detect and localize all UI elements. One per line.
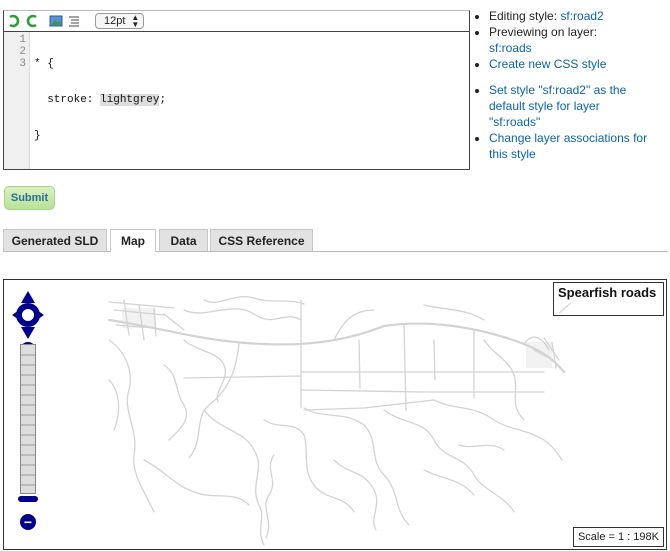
- font-size-select[interactable]: 12pt ▲ ▼: [95, 13, 145, 29]
- submit-button[interactable]: Submit: [4, 186, 55, 210]
- code-line-2-prefix: stroke:: [34, 94, 101, 106]
- zoom-bar-ticks: [21, 354, 35, 486]
- map-preview[interactable]: + − Spearfish roads Scale = 1 : 198K: [3, 279, 667, 550]
- redo-icon[interactable]: [25, 14, 39, 28]
- editing-style-label: Editing style:: [489, 9, 561, 23]
- tab-generated-sld[interactable]: Generated SLD: [3, 229, 107, 251]
- line-number: 1: [19, 34, 26, 46]
- zoom-out-button[interactable]: −: [20, 514, 36, 530]
- line-number: 2: [19, 46, 26, 58]
- scale-indicator: Scale = 1 : 198K: [572, 527, 664, 547]
- code-line-2: stroke: lightgrey;: [34, 94, 166, 106]
- zoom-bar[interactable]: [20, 344, 36, 494]
- preview-layer-label: Previewing on layer:: [489, 25, 598, 39]
- layer-associations-item: Change layer associations for this style: [489, 130, 652, 162]
- format-icon[interactable]: [67, 14, 81, 28]
- preview-layer-item: Previewing on layer: sf:roads: [489, 24, 652, 56]
- select-arrows-icon: ▲ ▼: [131, 13, 140, 29]
- preview-layer-link[interactable]: sf:roads: [489, 41, 532, 55]
- highlighted-value: lightgrey: [100, 94, 160, 106]
- road-network: [107, 296, 566, 546]
- code-lines[interactable]: * { stroke: lightgrey; }: [30, 32, 166, 169]
- editing-style-link[interactable]: sf:road2: [560, 9, 603, 23]
- change-layer-associations-link[interactable]: Change layer associations for this style: [489, 131, 647, 161]
- editor-toolbar: 12pt ▲ ▼: [4, 11, 469, 32]
- image-icon[interactable]: [49, 14, 63, 28]
- map-legend: Spearfish roads: [553, 282, 664, 316]
- tab-bar: Generated SLD Map Data CSS Reference: [3, 229, 668, 252]
- code-line-3: }: [34, 130, 41, 142]
- undo-icon[interactable]: [7, 14, 21, 28]
- list-spacer: [489, 72, 652, 82]
- line-number-gutter: 1 2 3: [4, 32, 30, 169]
- editing-style-item: Editing style: sf:road2: [489, 8, 652, 24]
- line-number: 3: [19, 58, 26, 70]
- tab-data[interactable]: Data: [159, 229, 208, 251]
- legend-line-symbol: [558, 302, 572, 314]
- zoom-slider-handle[interactable]: [18, 496, 38, 502]
- set-default-style-link[interactable]: Set style "sf:road2" as the default styl…: [489, 83, 626, 129]
- create-style-item: Create new CSS style: [489, 56, 652, 72]
- code-line-1: * {: [34, 58, 54, 70]
- default-style-item: Set style "sf:road2" as the default styl…: [489, 82, 652, 130]
- legend-title: Spearfish roads: [558, 285, 657, 300]
- css-editor[interactable]: 12pt ▲ ▼ 1 2 3 * { stroke: lightgrey; }: [3, 10, 470, 170]
- font-size-value: 12pt: [104, 15, 126, 27]
- code-line-2-suffix: ;: [159, 94, 167, 106]
- code-area[interactable]: 1 2 3 * { stroke: lightgrey; }: [4, 32, 469, 169]
- tab-map[interactable]: Map: [110, 229, 156, 252]
- tab-css-reference[interactable]: CSS Reference: [210, 229, 313, 251]
- pan-control-icon[interactable]: [12, 289, 44, 341]
- style-info-panel: Editing style: sf:road2 Previewing on la…: [472, 8, 652, 165]
- create-style-link[interactable]: Create new CSS style: [489, 57, 606, 71]
